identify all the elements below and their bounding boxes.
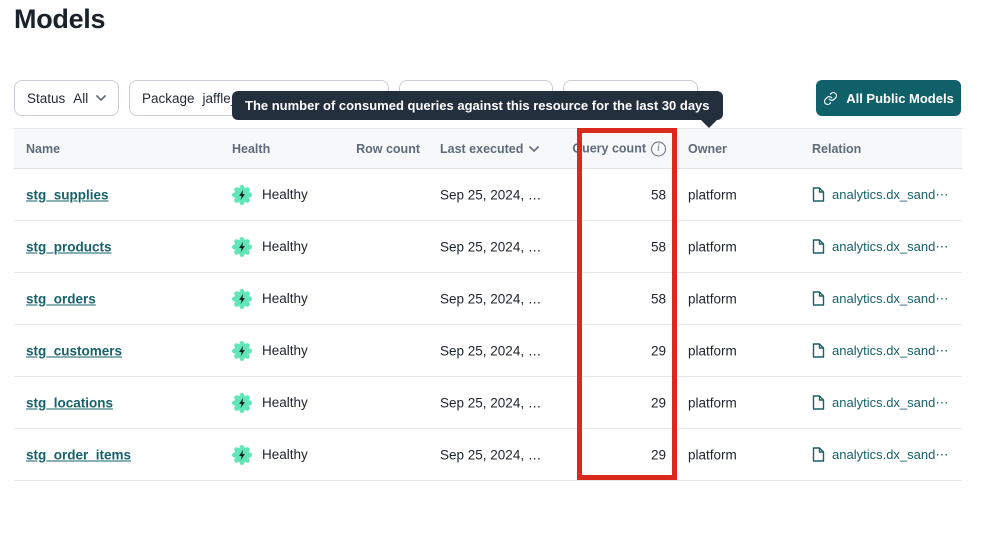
health-cell: Healthy [232, 237, 308, 257]
owner-value: platform [688, 291, 737, 306]
model-name-link[interactable]: stg_customers [26, 343, 122, 358]
status-filter-dropdown[interactable]: Status All [14, 80, 119, 116]
status-filter-label: Status [27, 91, 65, 106]
healthy-badge-icon [232, 341, 252, 361]
health-cell: Healthy [232, 393, 308, 413]
column-header-relation[interactable]: Relation [812, 142, 861, 156]
relation-link[interactable]: analytics.dx_sand⋯ [812, 343, 948, 359]
health-cell: Healthy [232, 185, 308, 205]
health-label: Healthy [262, 187, 308, 202]
query-count-value: 29 [565, 395, 666, 410]
query-count-value: 29 [565, 343, 666, 358]
page-title: Models [14, 4, 105, 35]
relation-value: analytics.dx_sand⋯ [832, 343, 948, 359]
health-label: Healthy [262, 447, 308, 462]
query-count-value: 29 [565, 447, 666, 462]
info-icon[interactable]: i [651, 141, 666, 156]
column-header-row-count[interactable]: Row count [350, 142, 420, 156]
link-icon [823, 91, 838, 106]
column-header-query-count-label: Query count [572, 142, 646, 156]
document-icon [812, 239, 825, 254]
table-row: stg_orders Healthy Sep 25, 2024, … 58 pl… [14, 273, 962, 325]
last-executed-value: Sep 25, 2024, … [440, 343, 541, 358]
healthy-badge-icon [232, 393, 252, 413]
last-executed-value: Sep 25, 2024, … [440, 447, 541, 462]
last-executed-value: Sep 25, 2024, … [440, 187, 541, 202]
relation-link[interactable]: analytics.dx_sand⋯ [812, 239, 948, 255]
sort-chevron-icon [529, 146, 539, 152]
query-count-value: 58 [565, 239, 666, 254]
relation-value: analytics.dx_sand⋯ [832, 239, 948, 255]
last-executed-value: Sep 25, 2024, … [440, 239, 541, 254]
document-icon [812, 291, 825, 306]
owner-value: platform [688, 395, 737, 410]
column-header-health[interactable]: Health [232, 142, 270, 156]
query-count-value: 58 [565, 187, 666, 202]
last-executed-value: Sep 25, 2024, … [440, 395, 541, 410]
healthy-badge-icon [232, 445, 252, 465]
table-body: stg_supplies Healthy Sep 25, 2024, … 58 … [14, 169, 962, 481]
health-cell: Healthy [232, 341, 308, 361]
model-name-link[interactable]: stg_locations [26, 395, 113, 410]
health-cell: Healthy [232, 445, 308, 465]
relation-link[interactable]: analytics.dx_sand⋯ [812, 447, 948, 463]
model-name-link[interactable]: stg_orders [26, 291, 96, 306]
model-name-link[interactable]: stg_products [26, 239, 112, 254]
models-table: Name Health Row count Last executed Quer… [14, 128, 962, 481]
all-public-models-label: All Public Models [846, 91, 954, 106]
all-public-models-button[interactable]: All Public Models [816, 80, 961, 116]
relation-value: analytics.dx_sand⋯ [832, 447, 948, 463]
query-count-tooltip: The number of consumed queries against t… [232, 91, 723, 120]
relation-link[interactable]: analytics.dx_sand⋯ [812, 291, 948, 307]
relation-value: analytics.dx_sand⋯ [832, 395, 948, 411]
relation-value: analytics.dx_sand⋯ [832, 291, 948, 307]
health-label: Healthy [262, 239, 308, 254]
model-name-link[interactable]: stg_order_items [26, 447, 131, 462]
table-row: stg_locations Healthy Sep 25, 2024, … 29… [14, 377, 962, 429]
column-header-name[interactable]: Name [26, 142, 60, 156]
table-row: stg_products Healthy Sep 25, 2024, … 58 … [14, 221, 962, 273]
table-row: stg_supplies Healthy Sep 25, 2024, … 58 … [14, 169, 962, 221]
owner-value: platform [688, 187, 737, 202]
table-row: stg_order_items Healthy Sep 25, 2024, … … [14, 429, 962, 481]
relation-link[interactable]: analytics.dx_sand⋯ [812, 395, 948, 411]
document-icon [812, 187, 825, 202]
document-icon [812, 395, 825, 410]
package-filter-label: Package [142, 91, 195, 106]
document-icon [812, 343, 825, 358]
healthy-badge-icon [232, 289, 252, 309]
column-header-query-count[interactable]: Query count i [565, 141, 666, 156]
relation-link[interactable]: analytics.dx_sand⋯ [812, 187, 948, 203]
tooltip-text: The number of consumed queries against t… [245, 98, 710, 113]
status-filter-value: All [73, 91, 88, 106]
health-label: Healthy [262, 291, 308, 306]
healthy-badge-icon [232, 185, 252, 205]
owner-value: platform [688, 343, 737, 358]
relation-value: analytics.dx_sand⋯ [832, 187, 948, 203]
health-cell: Healthy [232, 289, 308, 309]
tooltip-caret [701, 120, 717, 128]
column-header-last-executed[interactable]: Last executed [440, 142, 539, 156]
column-header-owner[interactable]: Owner [688, 142, 727, 156]
healthy-badge-icon [232, 237, 252, 257]
health-label: Healthy [262, 395, 308, 410]
table-row: stg_customers Healthy Sep 25, 2024, … 29… [14, 325, 962, 377]
owner-value: platform [688, 239, 737, 254]
table-header-row: Name Health Row count Last executed Quer… [14, 128, 962, 169]
model-name-link[interactable]: stg_supplies [26, 187, 109, 202]
last-executed-value: Sep 25, 2024, … [440, 291, 541, 306]
health-label: Healthy [262, 343, 308, 358]
column-header-last-executed-label: Last executed [440, 142, 523, 156]
query-count-value: 58 [565, 291, 666, 306]
chevron-down-icon [96, 95, 106, 101]
document-icon [812, 447, 825, 462]
owner-value: platform [688, 447, 737, 462]
